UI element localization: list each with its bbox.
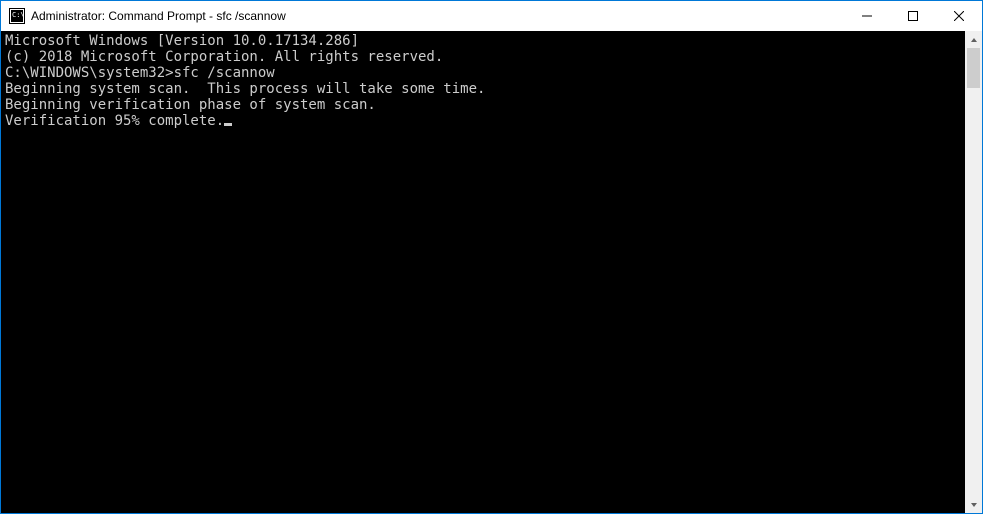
output-line: Beginning verification phase of system s… (5, 97, 961, 113)
svg-text:C:\: C:\ (12, 11, 25, 19)
window-controls (844, 1, 982, 31)
command-prompt-window: C:\ Administrator: Command Prompt - sfc … (0, 0, 983, 514)
titlebar[interactable]: C:\ Administrator: Command Prompt - sfc … (1, 1, 982, 31)
verify-progress-text: Verification 95% complete. (5, 113, 224, 129)
scrollbar-track[interactable] (965, 48, 982, 496)
vertical-scrollbar[interactable] (965, 31, 982, 513)
prompt-command: sfc /scannow (174, 65, 275, 81)
cmd-icon: C:\ (9, 8, 25, 24)
console-area: Microsoft Windows [Version 10.0.17134.28… (1, 31, 982, 513)
console-output[interactable]: Microsoft Windows [Version 10.0.17134.28… (1, 31, 965, 513)
maximize-button[interactable] (890, 1, 936, 31)
output-line: (c) 2018 Microsoft Corporation. All righ… (5, 49, 961, 65)
window-title: Administrator: Command Prompt - sfc /sca… (31, 9, 844, 23)
output-line: Beginning system scan. This process will… (5, 81, 961, 97)
prompt-path: C:\WINDOWS\system32> (5, 65, 174, 81)
scrollbar-thumb[interactable] (967, 48, 980, 88)
output-line: Microsoft Windows [Version 10.0.17134.28… (5, 33, 961, 49)
scroll-up-button[interactable] (965, 31, 982, 48)
close-button[interactable] (936, 1, 982, 31)
cursor-icon (224, 123, 232, 126)
scroll-down-button[interactable] (965, 496, 982, 513)
minimize-button[interactable] (844, 1, 890, 31)
output-line: C:\WINDOWS\system32>sfc /scannow (5, 65, 961, 81)
output-line: Verification 95% complete. (5, 113, 961, 129)
